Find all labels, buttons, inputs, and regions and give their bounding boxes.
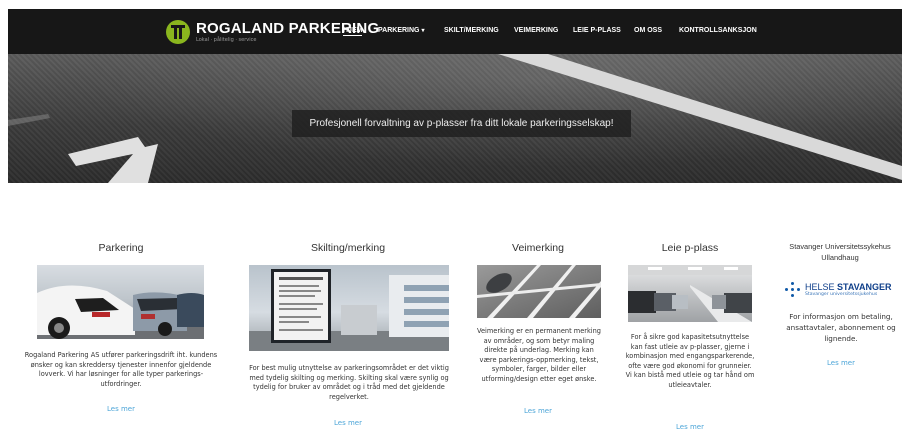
nav-item-kontrollsanksjon[interactable]: KONTROLLSANKSJON [679, 27, 757, 34]
column-text-parkering: Rogaland Parkering AS utfører parkerings… [24, 351, 218, 388]
parking-garage-photo [628, 265, 752, 322]
column-title-stavanger-universitetssykehus: Stavanger Universitetssykehus Ullandhaug [789, 242, 891, 263]
nav-item-om-oss[interactable]: OM OSS [634, 27, 662, 34]
les-mer-link-leie-p-plass[interactable]: Les mer [665, 423, 715, 431]
column-title-veimerking: Veimerking [512, 242, 564, 254]
nav-item-skilt-merking[interactable]: SKILT/MERKING [444, 27, 499, 34]
road-marking-photo [477, 265, 601, 318]
column-text-leie-p-plass: For å sikre god kapasitetsutnyttelse kan… [625, 333, 755, 389]
hero-caption: Profesjonell forvaltning av p-plasser fr… [292, 110, 631, 137]
logo-tagline: Lokal · pålitelig · service [196, 37, 257, 43]
chevron-down-icon: ▾ [421, 28, 425, 34]
column-title-parkering: Parkering [98, 242, 144, 254]
parked-cars-photo [37, 265, 204, 339]
column-text-veimerking: Veimerking er en permanent merking av om… [477, 327, 601, 383]
les-mer-link-stavanger[interactable]: Les mer [816, 359, 866, 367]
helse-logo-name: HELSE STAVANGER [805, 281, 892, 292]
nav-item-veimerking[interactable]: VEIMERKING [514, 27, 558, 34]
helse-stavanger-logo[interactable]: HELSE STAVANGER Stavanger universitetssj… [783, 279, 901, 301]
column-text-stavanger: For informasjon om betaling, ansattavtal… [786, 312, 896, 344]
nav-item-parkering[interactable]: PARKERING ▾ [378, 27, 425, 34]
les-mer-link-skilting-merking[interactable]: Les mer [323, 419, 373, 427]
helse-logo-subtitle: Stavanger universitetssjukehus [805, 291, 878, 297]
nav-item-hjem[interactable]: HJEM [343, 27, 363, 36]
parking-sign-photo [249, 265, 449, 351]
column-title-leie-p-plass: Leie p-plass [661, 242, 719, 254]
helse-dots-icon [783, 281, 801, 299]
les-mer-link-parkering[interactable]: Les mer [96, 405, 146, 413]
column-title-skilting-merking: Skilting/merking [310, 242, 386, 254]
nav-item-leie-p-plass[interactable]: LEIE P-PLASS [573, 27, 621, 34]
parking-logo-icon [166, 20, 190, 44]
column-text-skilting-merking: For best mulig utnyttelse av parkeringso… [249, 364, 449, 401]
les-mer-link-veimerking[interactable]: Les mer [513, 407, 563, 415]
